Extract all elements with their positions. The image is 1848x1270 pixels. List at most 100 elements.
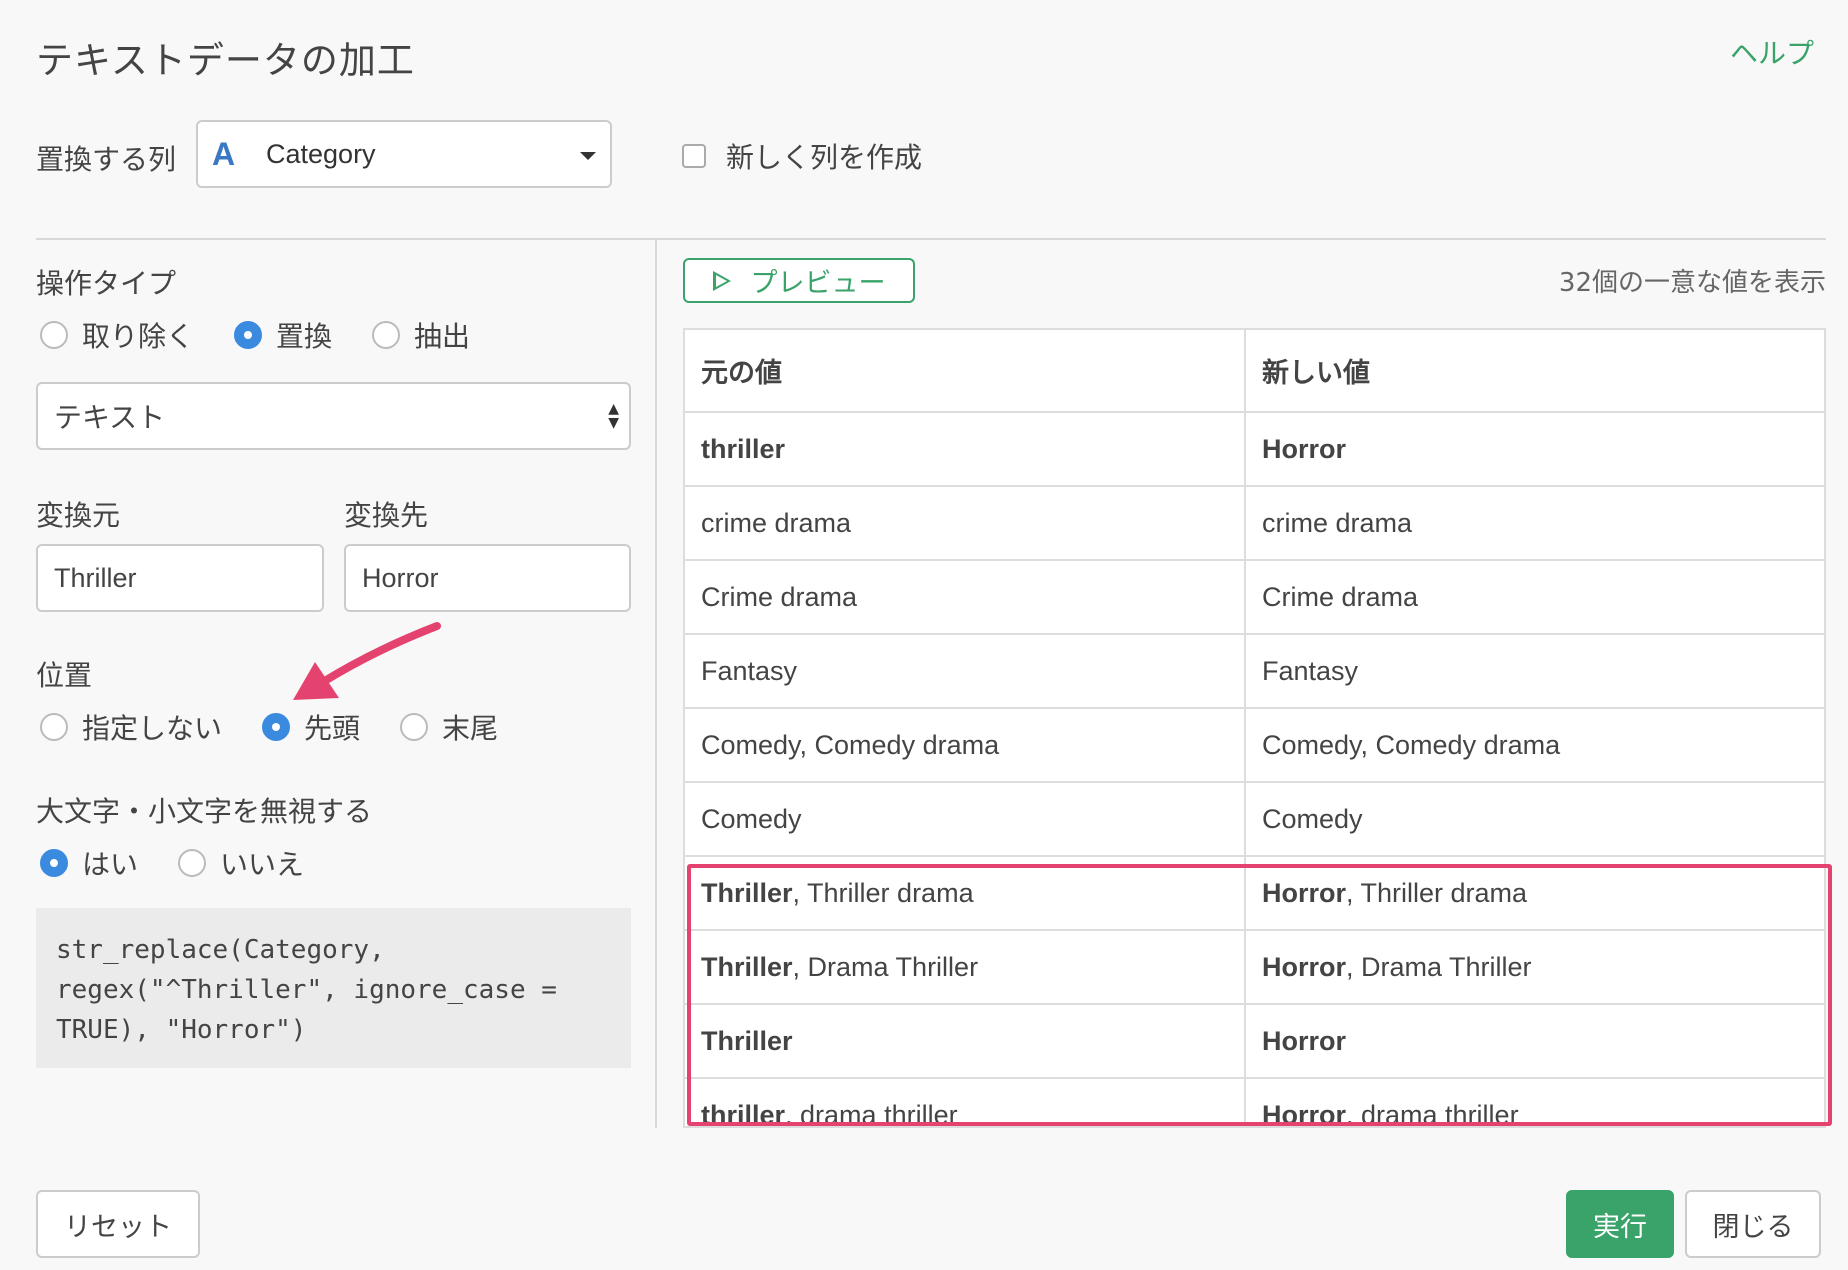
original-value-cell: Thriller [685,1004,1246,1079]
new-value-cell: Crime drama [1245,560,1824,635]
match-type-select[interactable]: テキスト ▲ ▼ [36,382,631,450]
divider [36,238,1826,240]
new-value-cell: Horror, Drama Thriller [1245,930,1824,1005]
to-input[interactable]: Horror [344,544,631,612]
column-label: 置換する列 [36,143,177,176]
rest-text: Crime drama [1262,581,1419,612]
rest-text: Fantasy [1262,655,1359,686]
op-type-option-replace[interactable]: 置換 [234,315,332,355]
table-row: Thriller, Thriller drama Horror, Thrille… [685,856,1824,931]
play-icon [712,270,731,291]
rest-text: Comedy [1262,803,1363,834]
new-value-cell: Horror, Thriller drama [1245,856,1824,931]
table-row: crime drama crime drama [685,486,1824,561]
table-row: thriller Horror [685,412,1824,487]
ignore-case-option-yes[interactable]: はい [40,843,138,883]
table-row: Fantasy Fantasy [685,634,1824,709]
radio-button[interactable] [40,713,68,741]
original-value-cell: Crime drama [685,560,1246,635]
op-type-option-extract[interactable]: 抽出 [372,315,470,355]
position-label: 位置 [36,659,93,692]
op-type-option-label: 抽出 [414,320,471,353]
new-column-checkbox[interactable] [682,144,706,168]
match-text: thriller [701,1099,786,1128]
radio-button[interactable] [178,849,207,877]
op-type-option-label: 置換 [276,320,333,353]
rest-text: , Thriller drama [1346,877,1528,908]
rest-text: Fantasy [701,655,798,686]
op-type-label: 操作タイプ [36,267,177,300]
preview-button-label: プレビュー [750,268,886,299]
new-value-cell: Horror, drama thriller [1245,1078,1824,1128]
ignore-case-option-label: いいえ [220,848,305,881]
op-type-option-remove[interactable]: 取り除く [40,315,194,355]
position-option-none[interactable]: 指定しない [40,707,222,747]
rest-text: Comedy [701,803,802,834]
help-link[interactable]: ヘルプ [1730,32,1814,72]
from-input[interactable]: Thriller [36,544,324,612]
preview-button[interactable]: プレビュー [683,258,915,303]
original-value-cell: Comedy [685,782,1246,857]
original-value-cell: thriller [685,412,1246,487]
table-row: Comedy Comedy [685,782,1824,857]
position-option-label: 指定しない [82,712,223,745]
preview-table: 元の値 新しい値 thriller Horror crime drama cri… [683,328,1826,1128]
match-text: thriller [701,433,786,464]
close-button[interactable]: 閉じる [1685,1190,1821,1258]
annotation-arrow-icon [293,622,441,700]
rest-text: Comedy, Comedy drama [1262,729,1561,760]
new-column-label: 新しく列を作成 [726,141,923,174]
op-type-option-label: 取り除く [82,320,195,353]
ignore-case-option-no[interactable]: いいえ [178,843,304,883]
reset-button[interactable]: リセット [36,1190,200,1258]
radio-button-selected[interactable] [234,321,263,349]
new-value-cell: crime drama [1245,486,1824,561]
rest-text: , drama thriller [785,1099,958,1128]
new-value-cell: Horror [1245,412,1824,487]
match-text: Thriller [701,1025,793,1056]
table-row: Thriller, Drama Thriller Horror, Drama T… [685,930,1824,1005]
table-row: Thriller Horror [685,1004,1824,1079]
radio-button-selected[interactable] [40,849,68,877]
match-type-value: テキスト [54,401,166,434]
updown-chevron-icon: ▲ ▼ [608,401,619,431]
rest-text: crime drama [1262,507,1413,538]
table-row: thriller, drama thriller Horror, drama t… [685,1078,1824,1128]
original-value-cell: thriller, drama thriller [685,1078,1246,1128]
ignore-case-radio-group: はい いいえ [40,843,344,883]
column-select[interactable]: A Category [196,120,612,188]
panel-divider [655,240,657,1128]
new-value-cell: Comedy, Comedy drama [1245,708,1824,783]
rest-text: Comedy, Comedy drama [701,729,1000,760]
match-text: Thriller [701,877,793,908]
original-value-cell: crime drama [685,486,1246,561]
rest-text: , Drama Thriller [1346,951,1532,982]
character-type-icon: A [212,135,236,172]
op-type-radio-group: 取り除く 置換 抽出 [40,315,510,355]
replaced-text: Horror [1262,1025,1347,1056]
new-value-cell: Fantasy [1245,634,1824,709]
ignore-case-option-label: はい [82,848,139,881]
original-value-cell: Thriller, Drama Thriller [685,930,1246,1005]
rest-text: crime drama [701,507,852,538]
rest-text: Crime drama [701,581,858,612]
original-value-cell: Thriller, Thriller drama [685,856,1246,931]
replaced-text: Horror [1262,433,1347,464]
radio-button[interactable] [372,321,401,349]
original-value-cell: Fantasy [685,634,1246,709]
dialog-title: テキストデータの加工 [36,39,415,82]
new-column-option[interactable]: 新しく列を作成 [682,136,922,176]
run-button[interactable]: 実行 [1566,1190,1674,1258]
rest-text: , drama thriller [1346,1099,1519,1128]
match-text: Thriller [701,951,793,982]
generated-code: str_replace(Category, regex("^Thriller",… [36,908,631,1068]
column-select-value: Category [266,138,376,169]
replaced-text: Horror [1262,877,1347,908]
table-row: Comedy, Comedy drama Comedy, Comedy dram… [685,708,1824,783]
replaced-text: Horror [1262,951,1347,982]
ignore-case-label: 大文字・小文字を無視する [36,795,373,828]
to-label: 変換先 [344,499,429,532]
radio-button[interactable] [40,321,68,349]
table-row: Crime drama Crime drama [685,560,1824,635]
new-value-cell: Comedy [1245,782,1824,857]
